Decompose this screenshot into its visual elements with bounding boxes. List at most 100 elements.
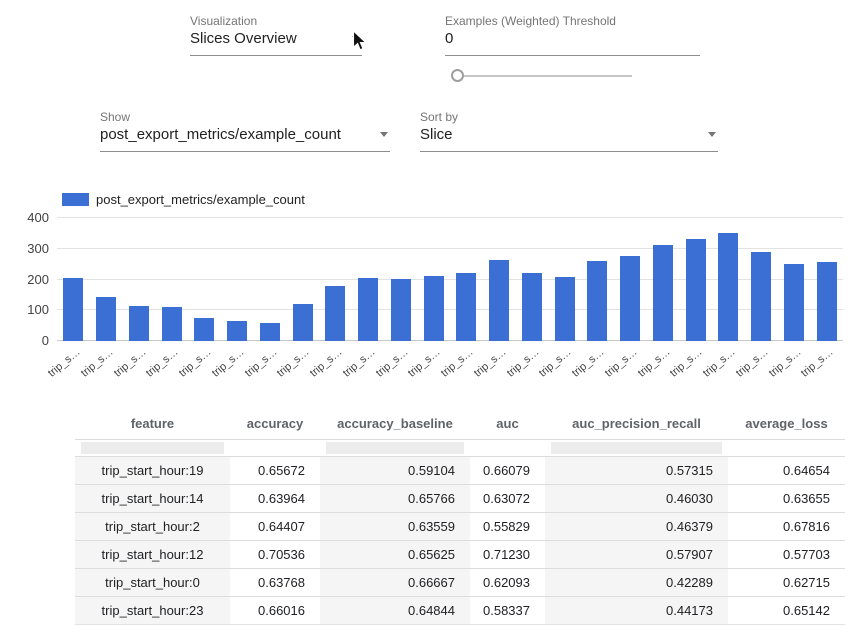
feature-cell: trip_start_hour:12: [75, 541, 230, 568]
metric-cell: 0.63559: [320, 513, 470, 540]
filter-cell: [551, 442, 722, 454]
bar-slot: [778, 218, 811, 341]
bar[interactable]: [456, 273, 476, 341]
metric-cell: 0.59104: [320, 457, 470, 484]
slider-track[interactable]: [457, 75, 632, 77]
metric-cell: 0.46379: [545, 513, 728, 540]
slices-overview-app: Visualization Slices Overview Examples (…: [0, 0, 863, 626]
mouse-cursor: [352, 30, 369, 52]
slider-thumb[interactable]: [451, 69, 464, 82]
bar[interactable]: [424, 276, 444, 341]
threshold-slider[interactable]: [451, 68, 632, 84]
bar-slot: [548, 218, 581, 341]
bar-slot: [483, 218, 516, 341]
y-axis-tick-label: 100: [7, 302, 49, 318]
bar-slot: [450, 218, 483, 341]
bar[interactable]: [162, 307, 182, 341]
bar[interactable]: [522, 273, 542, 341]
bar-slot: [417, 218, 450, 341]
bar[interactable]: [489, 260, 509, 341]
bar-slot: [745, 218, 778, 341]
metric-cell: 0.58337: [470, 597, 545, 624]
table-row[interactable]: trip_start_hour:120.705360.656250.712300…: [75, 540, 845, 568]
column-header-auc_precision_recall[interactable]: auc_precision_recall: [545, 416, 728, 431]
threshold-label: Examples (Weighted) Threshold: [445, 14, 616, 28]
column-header-average_loss[interactable]: average_loss: [728, 416, 845, 431]
bar[interactable]: [391, 279, 411, 341]
bar-slot: [57, 218, 90, 341]
visualization-label: Visualization: [190, 14, 257, 28]
x-axis-tick: trip_s…: [810, 343, 843, 393]
bar-slot: [123, 218, 156, 341]
metric-cell: 0.44173: [545, 597, 728, 624]
metric-cell: 0.67816: [728, 513, 845, 540]
bar[interactable]: [751, 252, 771, 341]
bar[interactable]: [227, 321, 247, 341]
sort-by-select[interactable]: Slice: [420, 124, 718, 152]
metric-cell: 0.62715: [728, 569, 845, 596]
metric-cell: 0.62093: [470, 569, 545, 596]
bar[interactable]: [686, 239, 706, 341]
feature-cell: trip_start_hour:0: [75, 569, 230, 596]
visualization-select[interactable]: Slices Overview: [190, 28, 362, 56]
chevron-down-icon: [380, 132, 388, 137]
threshold-input[interactable]: 0: [445, 28, 700, 56]
bar[interactable]: [817, 262, 837, 341]
y-axis-tick-label: 300: [7, 241, 49, 257]
bar-slot: [516, 218, 549, 341]
bar[interactable]: [129, 306, 149, 341]
column-header-auc[interactable]: auc: [470, 416, 545, 431]
metric-cell: 0.57703: [728, 541, 845, 568]
bar[interactable]: [653, 245, 673, 341]
filter-cell: [734, 442, 839, 454]
table-row[interactable]: trip_start_hour:230.660160.648440.583370…: [75, 596, 845, 624]
metric-cell: 0.57907: [545, 541, 728, 568]
bar[interactable]: [620, 256, 640, 341]
chart-legend: post_export_metrics/example_count: [62, 192, 305, 207]
y-axis-tick-label: 400: [7, 210, 49, 226]
bar[interactable]: [293, 304, 313, 341]
bar[interactable]: [96, 297, 116, 341]
bar[interactable]: [784, 264, 804, 341]
show-select[interactable]: post_export_metrics/example_count: [100, 124, 390, 152]
metric-cell: 0.57315: [545, 457, 728, 484]
column-header-feature[interactable]: feature: [75, 416, 230, 431]
bar[interactable]: [358, 278, 378, 341]
table-row[interactable]: trip_start_hour:00.637680.666670.620930.…: [75, 568, 845, 596]
metric-cell: 0.63072: [470, 485, 545, 512]
metric-cell: 0.66079: [470, 457, 545, 484]
threshold-value: 0: [445, 30, 453, 47]
bar-slot: [221, 218, 254, 341]
bar-slot: [155, 218, 188, 341]
bar[interactable]: [587, 261, 607, 341]
bar-slot: [254, 218, 287, 341]
show-value: post_export_metrics/example_count: [100, 126, 341, 143]
filter-cell: [476, 442, 539, 454]
metric-cell: 0.70536: [230, 541, 320, 568]
metric-cell: 0.65625: [320, 541, 470, 568]
bar[interactable]: [325, 286, 345, 341]
bar[interactable]: [718, 233, 738, 341]
bar-slot: [286, 218, 319, 341]
table-row[interactable]: trip_start_hour:20.644070.635590.558290.…: [75, 512, 845, 540]
table-row[interactable]: trip_start_hour:140.639640.657660.630720…: [75, 484, 845, 512]
bar[interactable]: [194, 318, 214, 341]
column-header-accuracy[interactable]: accuracy: [230, 416, 320, 431]
table-row[interactable]: trip_start_hour:190.656720.591040.660790…: [75, 456, 845, 484]
bar-slot: [679, 218, 712, 341]
visualization-value: Slices Overview: [190, 30, 297, 47]
metric-cell: 0.55829: [470, 513, 545, 540]
sort-by-label: Sort by: [420, 110, 458, 124]
show-label: Show: [100, 110, 130, 124]
filter-cell: [326, 442, 464, 454]
metric-cell: 0.65142: [728, 597, 845, 624]
bar[interactable]: [555, 277, 575, 341]
table-header: featureaccuracyaccuracy_baselineaucauc_p…: [75, 408, 845, 440]
metric-cell: 0.42289: [545, 569, 728, 596]
bar[interactable]: [260, 323, 280, 341]
column-header-accuracy_baseline[interactable]: accuracy_baseline: [320, 416, 470, 431]
bar-slot: [385, 218, 418, 341]
metric-cell: 0.71230: [470, 541, 545, 568]
bar-slot: [581, 218, 614, 341]
bar[interactable]: [63, 278, 83, 341]
